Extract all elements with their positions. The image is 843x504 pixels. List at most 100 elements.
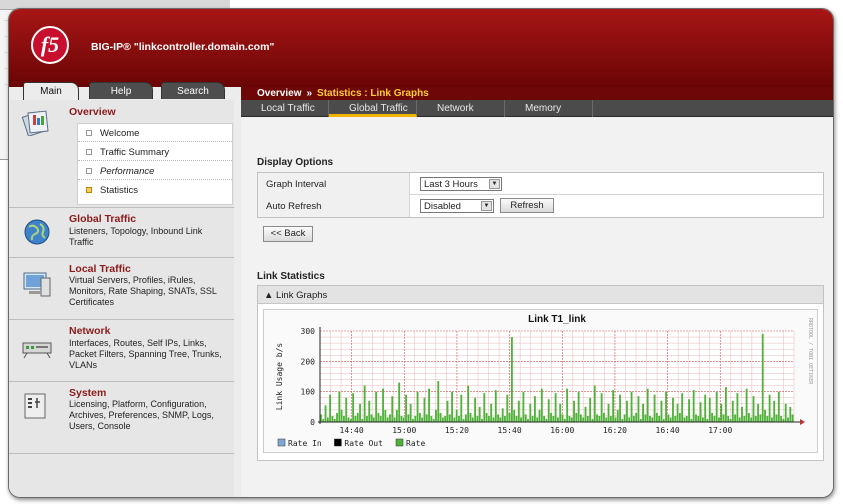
rate-bar [398,382,401,422]
plot-area [320,331,794,422]
rate-bar [612,390,615,422]
overview-list: Welcome Traffic Summary Performance Stat… [77,123,233,205]
rate-bar [324,405,327,422]
y-axis-label: Link Usage b/s [275,343,284,411]
rate-bar [382,388,384,422]
rate-bar [393,417,396,422]
rate-bar [582,417,585,422]
graph-interval-row: Graph Interval Last 3 Hours ▼ [258,173,823,195]
main-content: Display Options Graph Interval Last 3 Ho… [241,117,833,497]
rate-bar [658,415,661,422]
bullet-icon [86,168,92,174]
rate-bar [474,397,477,422]
sidebar-item-statistics[interactable]: Statistics [78,181,232,199]
back-button[interactable]: << Back [263,226,313,242]
rate-bar [329,394,332,422]
graph-interval-select[interactable]: Last 3 Hours ▼ [420,177,502,191]
subnav-local-traffic[interactable]: Local Traffic [241,100,329,117]
rate-bar [543,415,546,422]
x-tick-label: 16:40 [656,426,680,435]
rate-bar [423,397,426,422]
refresh-button[interactable]: Refresh [500,198,554,213]
rate-bar [619,394,621,422]
tab-search[interactable]: Search [161,82,225,99]
sidebar-section-global-traffic[interactable]: Global Traffic Listeners, Topology, Inbo… [9,208,234,258]
rate-bar [354,415,357,422]
rate-bar [692,390,695,422]
subnav-memory[interactable]: Memory [505,100,593,117]
rate-bar [458,415,460,422]
legend-swatch [277,438,286,447]
rate-bar [628,417,631,422]
rate-bar [347,417,350,422]
rate-bar [708,397,711,422]
rate-bar [722,414,725,422]
sidebar-item-label: Traffic Summary [100,147,170,158]
rate-bar [499,417,502,422]
breadcrumb-root[interactable]: Overview [257,88,301,99]
graph-interval-label: Graph Interval [258,173,410,195]
globe-icon [24,219,50,245]
auto-refresh-select[interactable]: Disabled ▼ [420,199,494,213]
rate-bar [570,417,573,422]
sidebar-global-traffic-desc: Listeners, Topology, Inbound Link Traffi… [69,226,203,247]
rate-bar [676,403,679,422]
sidebar-overview-title[interactable]: Overview [69,106,116,118]
rate-bar [632,415,635,422]
rate-bar [356,412,359,422]
legend-label: Rate [406,439,425,448]
x-tick-label: 15:20 [445,426,469,435]
rate-bar [352,393,355,422]
subnav-network[interactable]: Network [417,100,505,117]
rate-bar [520,417,523,422]
rate-bar [607,403,610,422]
tab-help[interactable]: Help [89,82,153,99]
link-graphs-panel: ▲ Link Graphs Link T1_link RRDTOOL / TOBI… [257,285,824,461]
rate-bar [655,412,658,422]
rate-bar [476,415,479,422]
rate-bar [400,415,403,422]
rate-bar [626,400,628,422]
rate-bar [494,390,497,422]
rate-bar [773,400,776,422]
y-tick-label: 0 [310,418,315,427]
auto-refresh-label: Auto Refresh [258,195,410,217]
sidebar-section-system[interactable]: System Licensing, Platform, Configuratio… [9,382,234,454]
sidebar-section-overview: Overview Welcome Traffic Summary Perform… [9,100,234,208]
rate-bar [720,403,723,422]
sidebar-item-performance[interactable]: Performance [78,162,232,180]
rate-bar [363,385,366,422]
rate-bar [580,414,582,422]
rate-bar [727,415,730,422]
x-axis-arrow [800,419,805,425]
rate-bar [688,399,690,422]
rate-bar [552,415,555,422]
rate-bar [464,414,467,422]
rate-bar [368,400,371,422]
breadcrumb-text: Overview » Statistics : Link Graphs [257,88,429,99]
rate-bar [745,388,748,422]
rate-bar [409,403,412,422]
rate-bar [460,394,463,422]
rate-bar [704,394,707,422]
link-usage-chart: Link T1_link RRDTOOL / TOBI OETIKER 0 100 20… [275,314,813,448]
rate-bar [395,409,398,422]
sidebar-item-welcome[interactable]: Welcome [78,124,232,142]
rate-bar [780,415,783,422]
rate-bar [573,400,575,422]
rate-bar [510,337,513,422]
rate-bar [435,409,437,422]
rate-bar [699,402,702,422]
sidebar-global-traffic-title: Global Traffic [69,213,137,225]
sidebar-item-traffic-summary[interactable]: Traffic Summary [78,143,232,161]
sidebar-section-network[interactable]: Network Interfaces, Routes, Self IPs, Li… [9,320,234,382]
subnav-global-traffic[interactable]: Global Traffic [329,100,417,117]
link-graphs-toggle[interactable]: ▲ Link Graphs [258,286,823,304]
rate-bar [598,415,601,422]
sidebar-item-label: Performance [100,166,155,177]
tab-main[interactable]: Main [23,82,79,100]
display-options-table: Graph Interval Last 3 Hours ▼ Auto Refre… [257,172,824,218]
sidebar-section-local-traffic[interactable]: Local Traffic Virtual Servers, Profiles,… [9,258,234,320]
rate-bar [630,391,633,422]
rate-bar [497,414,500,422]
